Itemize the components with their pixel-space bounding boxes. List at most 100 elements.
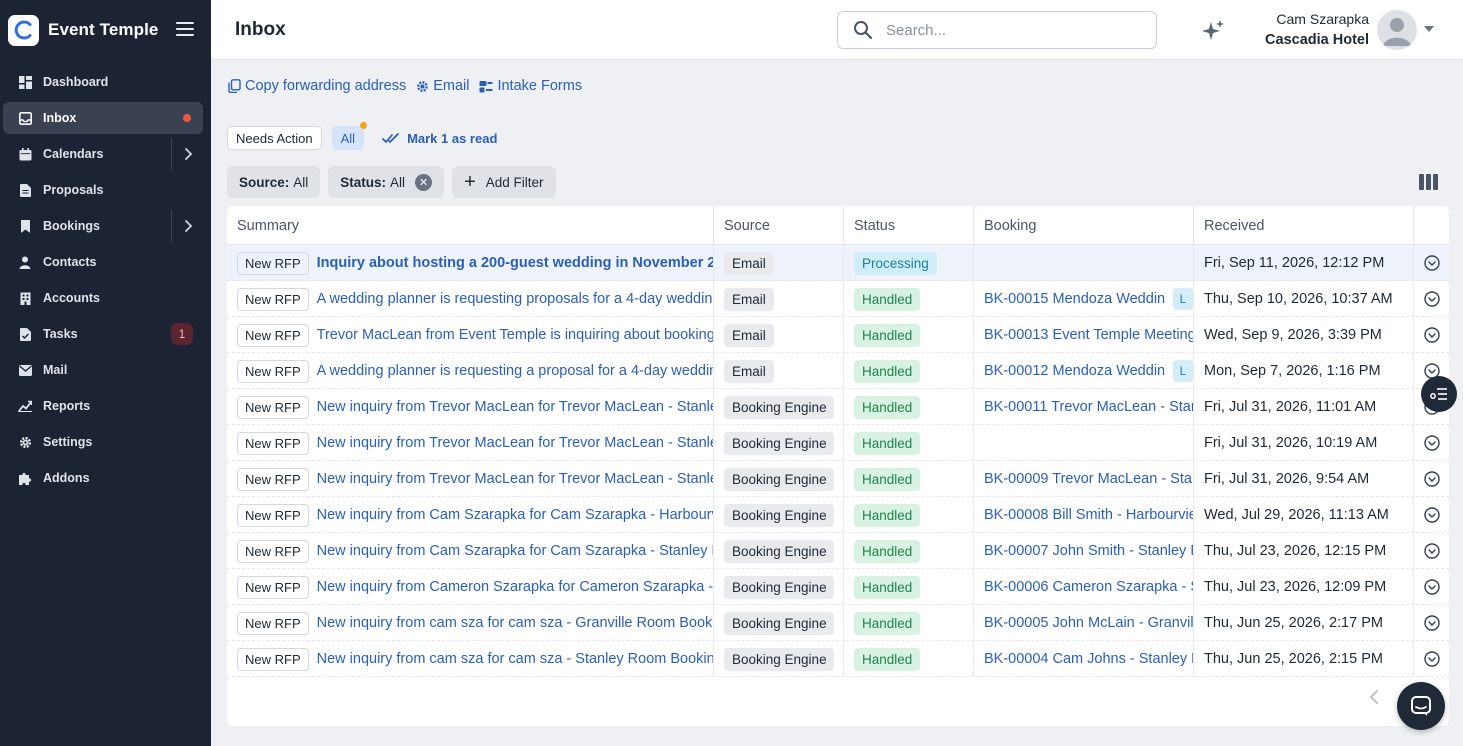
status-cell: Handled: [844, 461, 974, 497]
all-filter-label: All: [340, 130, 356, 146]
column-header-booking[interactable]: Booking: [974, 206, 1194, 245]
sidebar-item-inbox[interactable]: Inbox: [3, 102, 203, 134]
chevron-circle-down-icon[interactable]: [1423, 291, 1440, 307]
chevron-circle-down-icon[interactable]: [1423, 255, 1440, 271]
summary-link[interactable]: New inquiry from Cam Szarapka for Cam Sz…: [317, 507, 713, 523]
previous-page-icon[interactable]: [1369, 690, 1379, 709]
received-cell: Thu, Jul 23, 2026, 12:15 PM: [1194, 533, 1414, 569]
booking-link[interactable]: BK-00013 Event Temple Meeting: [984, 327, 1193, 343]
column-header-source[interactable]: Source: [714, 206, 844, 245]
row-actions-cell: [1414, 425, 1449, 461]
sidebar-item-mail[interactable]: Mail: [3, 354, 203, 386]
summary-link[interactable]: New inquiry from Trevor MacLean for Trev…: [317, 435, 713, 451]
table-row[interactable]: New RFP New inquiry from Cam Szarapka for…: [227, 497, 1449, 533]
unread-dot: [360, 122, 368, 129]
chevron-right-icon[interactable]: [171, 138, 203, 170]
table-row[interactable]: New RFP New inquiry from Cam Szarapka for…: [227, 533, 1449, 569]
summary-link[interactable]: New inquiry from Trevor MacLean for Trev…: [317, 399, 713, 415]
booking-link[interactable]: BK-00004 Cam Johns - Stanley Room: [984, 651, 1193, 667]
all-filter[interactable]: All: [331, 122, 368, 150]
email-settings-link[interactable]: Email: [416, 78, 469, 94]
sidebar-item-addons[interactable]: Addons: [3, 462, 203, 494]
columns-layout-icon[interactable]: [1419, 174, 1438, 190]
table-row[interactable]: New RFP New inquiry from Trevor MacLean f…: [227, 425, 1449, 461]
avatar[interactable]: [1377, 10, 1417, 50]
column-header-summary[interactable]: Summary: [227, 206, 714, 245]
chevron-circle-down-icon[interactable]: [1423, 543, 1440, 559]
copy-forwarding-address-link[interactable]: Copy forwarding address: [228, 78, 406, 94]
sidebar-item-calendars[interactable]: Calendars: [3, 138, 203, 170]
sidebar-item-label: Proposals: [43, 183, 104, 197]
sidebar-item-settings[interactable]: Settings: [3, 426, 203, 458]
summary-link[interactable]: New inquiry from Trevor MacLean for Trev…: [317, 471, 713, 487]
sidebar-item-accounts[interactable]: Accounts: [3, 282, 203, 314]
table-row[interactable]: New RFP Trevor MacLean from Event Temple …: [227, 317, 1449, 353]
column-header-received[interactable]: Received: [1194, 206, 1414, 245]
sidebar-item-bookings[interactable]: Bookings: [3, 210, 203, 242]
source-tag: Booking Engine: [724, 467, 834, 491]
chevron-circle-down-icon[interactable]: [1423, 327, 1440, 343]
sidebar-item-label: Bookings: [43, 219, 100, 233]
chevron-circle-down-icon[interactable]: [1423, 651, 1440, 667]
add-filter-label: Add Filter: [485, 174, 544, 190]
sidebar-item-tasks[interactable]: Tasks 1: [3, 318, 203, 350]
booking-link[interactable]: BK-00009 Trevor MacLean - Stanley: [984, 471, 1193, 487]
side-panel-toggle-icon[interactable]: [1421, 376, 1457, 412]
booking-link[interactable]: BK-00008 Bill Smith - Harbourview: [984, 507, 1193, 523]
sidebar-item-contacts[interactable]: Contacts: [3, 246, 203, 278]
ai-sparkle-icon[interactable]: [1201, 19, 1225, 43]
chevron-circle-down-icon[interactable]: [1423, 579, 1440, 595]
booking-link[interactable]: BK-00005 John McLain - Granville: [984, 615, 1193, 631]
summary-link[interactable]: Inquiry about hosting a 200-guest weddin…: [317, 255, 713, 271]
table-row[interactable]: New RFP New inquiry from cam sza for cam …: [227, 605, 1449, 641]
booking-link[interactable]: BK-00012 Mendoza Wedding: [984, 363, 1165, 379]
booking-link[interactable]: BK-00011 Trevor MacLean - Stanley: [984, 399, 1193, 415]
menu-toggle-icon[interactable]: [176, 22, 194, 36]
chevron-right-icon[interactable]: [171, 210, 203, 242]
table-row[interactable]: New RFP New inquiry from Trevor MacLean f…: [227, 389, 1449, 425]
search-input[interactable]: [886, 21, 1146, 39]
chevron-down-icon[interactable]: [1424, 26, 1434, 32]
column-header-actions: [1414, 206, 1449, 245]
table-row[interactable]: New RFP New inquiry from cam sza for cam …: [227, 641, 1449, 677]
summary-link[interactable]: Trevor MacLean from Event Temple is inqu…: [317, 327, 713, 343]
summary-link[interactable]: New inquiry from Cam Szarapka for Cam Sz…: [317, 543, 713, 559]
table-row[interactable]: New RFP New inquiry from Trevor MacLean f…: [227, 461, 1449, 497]
column-header-status[interactable]: Status: [844, 206, 974, 245]
add-filter-button[interactable]: + Add Filter: [452, 166, 556, 198]
summary-link[interactable]: New inquiry from cam sza for cam sza - S…: [317, 651, 713, 667]
chat-support-icon[interactable]: [1397, 682, 1445, 730]
clear-status-filter-icon[interactable]: ✕: [415, 173, 433, 191]
chevron-circle-down-icon[interactable]: [1423, 471, 1440, 487]
sidebar-item-label: Reports: [43, 399, 91, 413]
table-row[interactable]: New RFP A wedding planner is requesting p…: [227, 281, 1449, 317]
sidebar-nav: Dashboard Inbox Calendars Proposals Bookings…: [0, 60, 211, 494]
summary-link[interactable]: A wedding planner is requesting proposal…: [317, 291, 713, 307]
summary-link[interactable]: New inquiry from cam sza for cam sza - G…: [317, 615, 713, 631]
intake-forms-link[interactable]: Intake Forms: [479, 78, 582, 94]
source-filter-chip[interactable]: Source: All: [227, 166, 321, 198]
received-cell: Thu, Jun 25, 2026, 2:17 PM: [1194, 605, 1414, 641]
status-badge: Handled: [854, 431, 921, 455]
table-row[interactable]: New RFP A wedding planner is requesting a…: [227, 353, 1449, 389]
status-filter-chip[interactable]: Status: All ✕: [328, 166, 445, 198]
app-logo-icon[interactable]: [8, 14, 39, 46]
search-box[interactable]: [837, 11, 1157, 49]
source-tag: Email: [724, 251, 774, 275]
chevron-circle-down-icon[interactable]: [1423, 507, 1440, 523]
mark-as-read-button[interactable]: Mark 1 as read: [382, 131, 497, 146]
table-row[interactable]: New RFP New inquiry from Cameron Szarapka…: [227, 569, 1449, 605]
sidebar-item-proposals[interactable]: Proposals: [3, 174, 203, 206]
sidebar-item-dashboard[interactable]: Dashboard: [3, 66, 203, 98]
chevron-circle-down-icon[interactable]: [1423, 615, 1440, 631]
needs-action-filter[interactable]: Needs Action: [227, 126, 322, 150]
sidebar-item-reports[interactable]: Reports: [3, 390, 203, 422]
chevron-circle-down-icon[interactable]: [1423, 435, 1440, 451]
summary-link[interactable]: A wedding planner is requesting a propos…: [317, 363, 713, 379]
table-row[interactable]: New RFP Inquiry about hosting a 200-guest…: [227, 245, 1449, 281]
booking-link[interactable]: BK-00015 Mendoza Wedding: [984, 291, 1165, 307]
summary-link[interactable]: New inquiry from Cameron Szarapka for Ca…: [317, 579, 713, 595]
status-badge: Handled: [854, 323, 921, 347]
booking-link[interactable]: BK-00006 Cameron Szarapka - Stanley: [984, 579, 1193, 595]
booking-link[interactable]: BK-00007 John Smith - Stanley Room: [984, 543, 1193, 559]
